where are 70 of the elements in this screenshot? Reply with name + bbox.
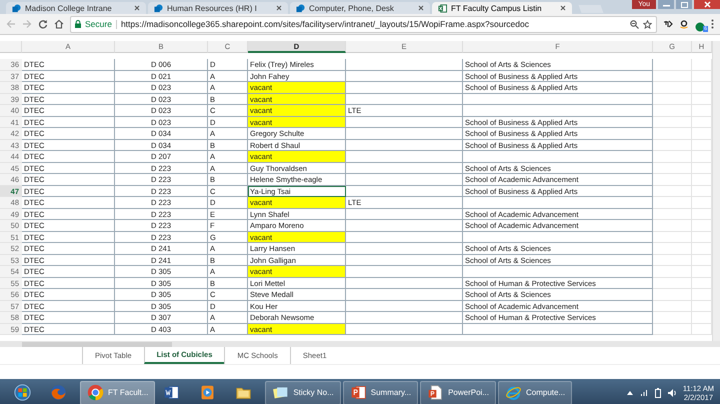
empty-cell [653, 105, 692, 116]
sharepoint-icon [12, 4, 21, 12]
empty-cell [653, 82, 692, 94]
browser-tab[interactable]: Madison College Intrane [6, 2, 146, 14]
close-button[interactable] [694, 0, 720, 9]
home-icon[interactable] [54, 19, 64, 29]
taskbar-button[interactable]: PowerPoi... [420, 380, 496, 404]
maximize-icon [680, 2, 688, 8]
empty-cell [653, 232, 692, 243]
empty-cell [653, 162, 692, 174]
empty-cell [653, 324, 692, 335]
volume-icon[interactable] [666, 388, 677, 398]
security-label: Secure [85, 19, 112, 29]
zoom-icon[interactable] [630, 20, 639, 28]
signal-icon[interactable] [640, 388, 649, 397]
browser-tab[interactable]: FT Faculty Campus Listin [432, 2, 572, 14]
reload-icon[interactable] [38, 19, 48, 29]
browser-tab[interactable]: Human Resources (HR) I [148, 2, 288, 14]
taskbar-button[interactable]: Sticky No... [265, 380, 341, 404]
empty-cell [653, 278, 692, 289]
close-icon[interactable] [418, 5, 424, 11]
sharepoint-icon [296, 4, 305, 12]
empty-cell [653, 197, 692, 208]
browser-tab[interactable]: Computer, Phone, Desk [290, 2, 430, 14]
taskbar-button[interactable]: Compute... [498, 380, 572, 404]
close-icon [704, 1, 710, 8]
star-icon[interactable] [643, 20, 652, 28]
chrome-icon [87, 384, 104, 401]
battery-icon[interactable] [654, 388, 661, 398]
empty-cell [653, 59, 692, 70]
empty-cell [653, 300, 692, 312]
empty-cell [653, 94, 692, 105]
powerpoint-icon [350, 384, 367, 401]
vertical-scrollbar[interactable] [712, 41, 720, 341]
spreadsheet-icon [438, 4, 447, 12]
close-icon[interactable] [560, 5, 566, 11]
empty-cell [653, 151, 692, 162]
address-bar[interactable]: Secure https://madisoncollege365.sharepoint.com/sites/facilityserv/intranet/_layouts/15/WopiFrame.aspx?sourcedoc [70, 16, 657, 32]
empty-cell [653, 140, 692, 151]
minimize-icon [662, 2, 670, 7]
word-icon[interactable] [163, 384, 180, 401]
empty-cell [653, 208, 692, 220]
menu-icon[interactable] [711, 19, 714, 29]
internet-explorer-icon [504, 384, 522, 401]
media-player-icon[interactable] [199, 384, 216, 401]
empty-cell [653, 312, 692, 324]
extension-circle-icon[interactable] [695, 22, 705, 32]
empty-cell [653, 186, 692, 197]
empty-cell [653, 220, 692, 232]
caret-icon[interactable] [626, 388, 634, 396]
empty-cell [653, 116, 692, 128]
extension-icon[interactable] [663, 19, 673, 29]
empty-cell [653, 128, 692, 140]
close-icon[interactable] [276, 5, 282, 11]
empty-cell [653, 289, 692, 300]
lock-icon [75, 20, 81, 28]
empty-cell [653, 254, 692, 266]
empty-cell [653, 266, 692, 278]
empty-cell [653, 70, 692, 82]
taskbar-button[interactable]: Summary... [342, 380, 418, 404]
empty-cell [653, 174, 692, 186]
empty-cell [653, 243, 692, 254]
scrollbar-thumb[interactable] [22, 342, 172, 346]
sharepoint-icon [154, 4, 163, 12]
start-icon[interactable] [14, 384, 31, 401]
presentation-file-icon [427, 384, 444, 401]
firefox-icon[interactable] [50, 384, 67, 401]
amazon-icon[interactable] [679, 19, 689, 29]
close-icon[interactable] [134, 5, 140, 11]
url-text: https://madisoncollege365.sharepoint.com/sites/facilityserv/intranet/_layouts/15/WopiFrame.aspx?sourcedoc [120, 19, 530, 29]
